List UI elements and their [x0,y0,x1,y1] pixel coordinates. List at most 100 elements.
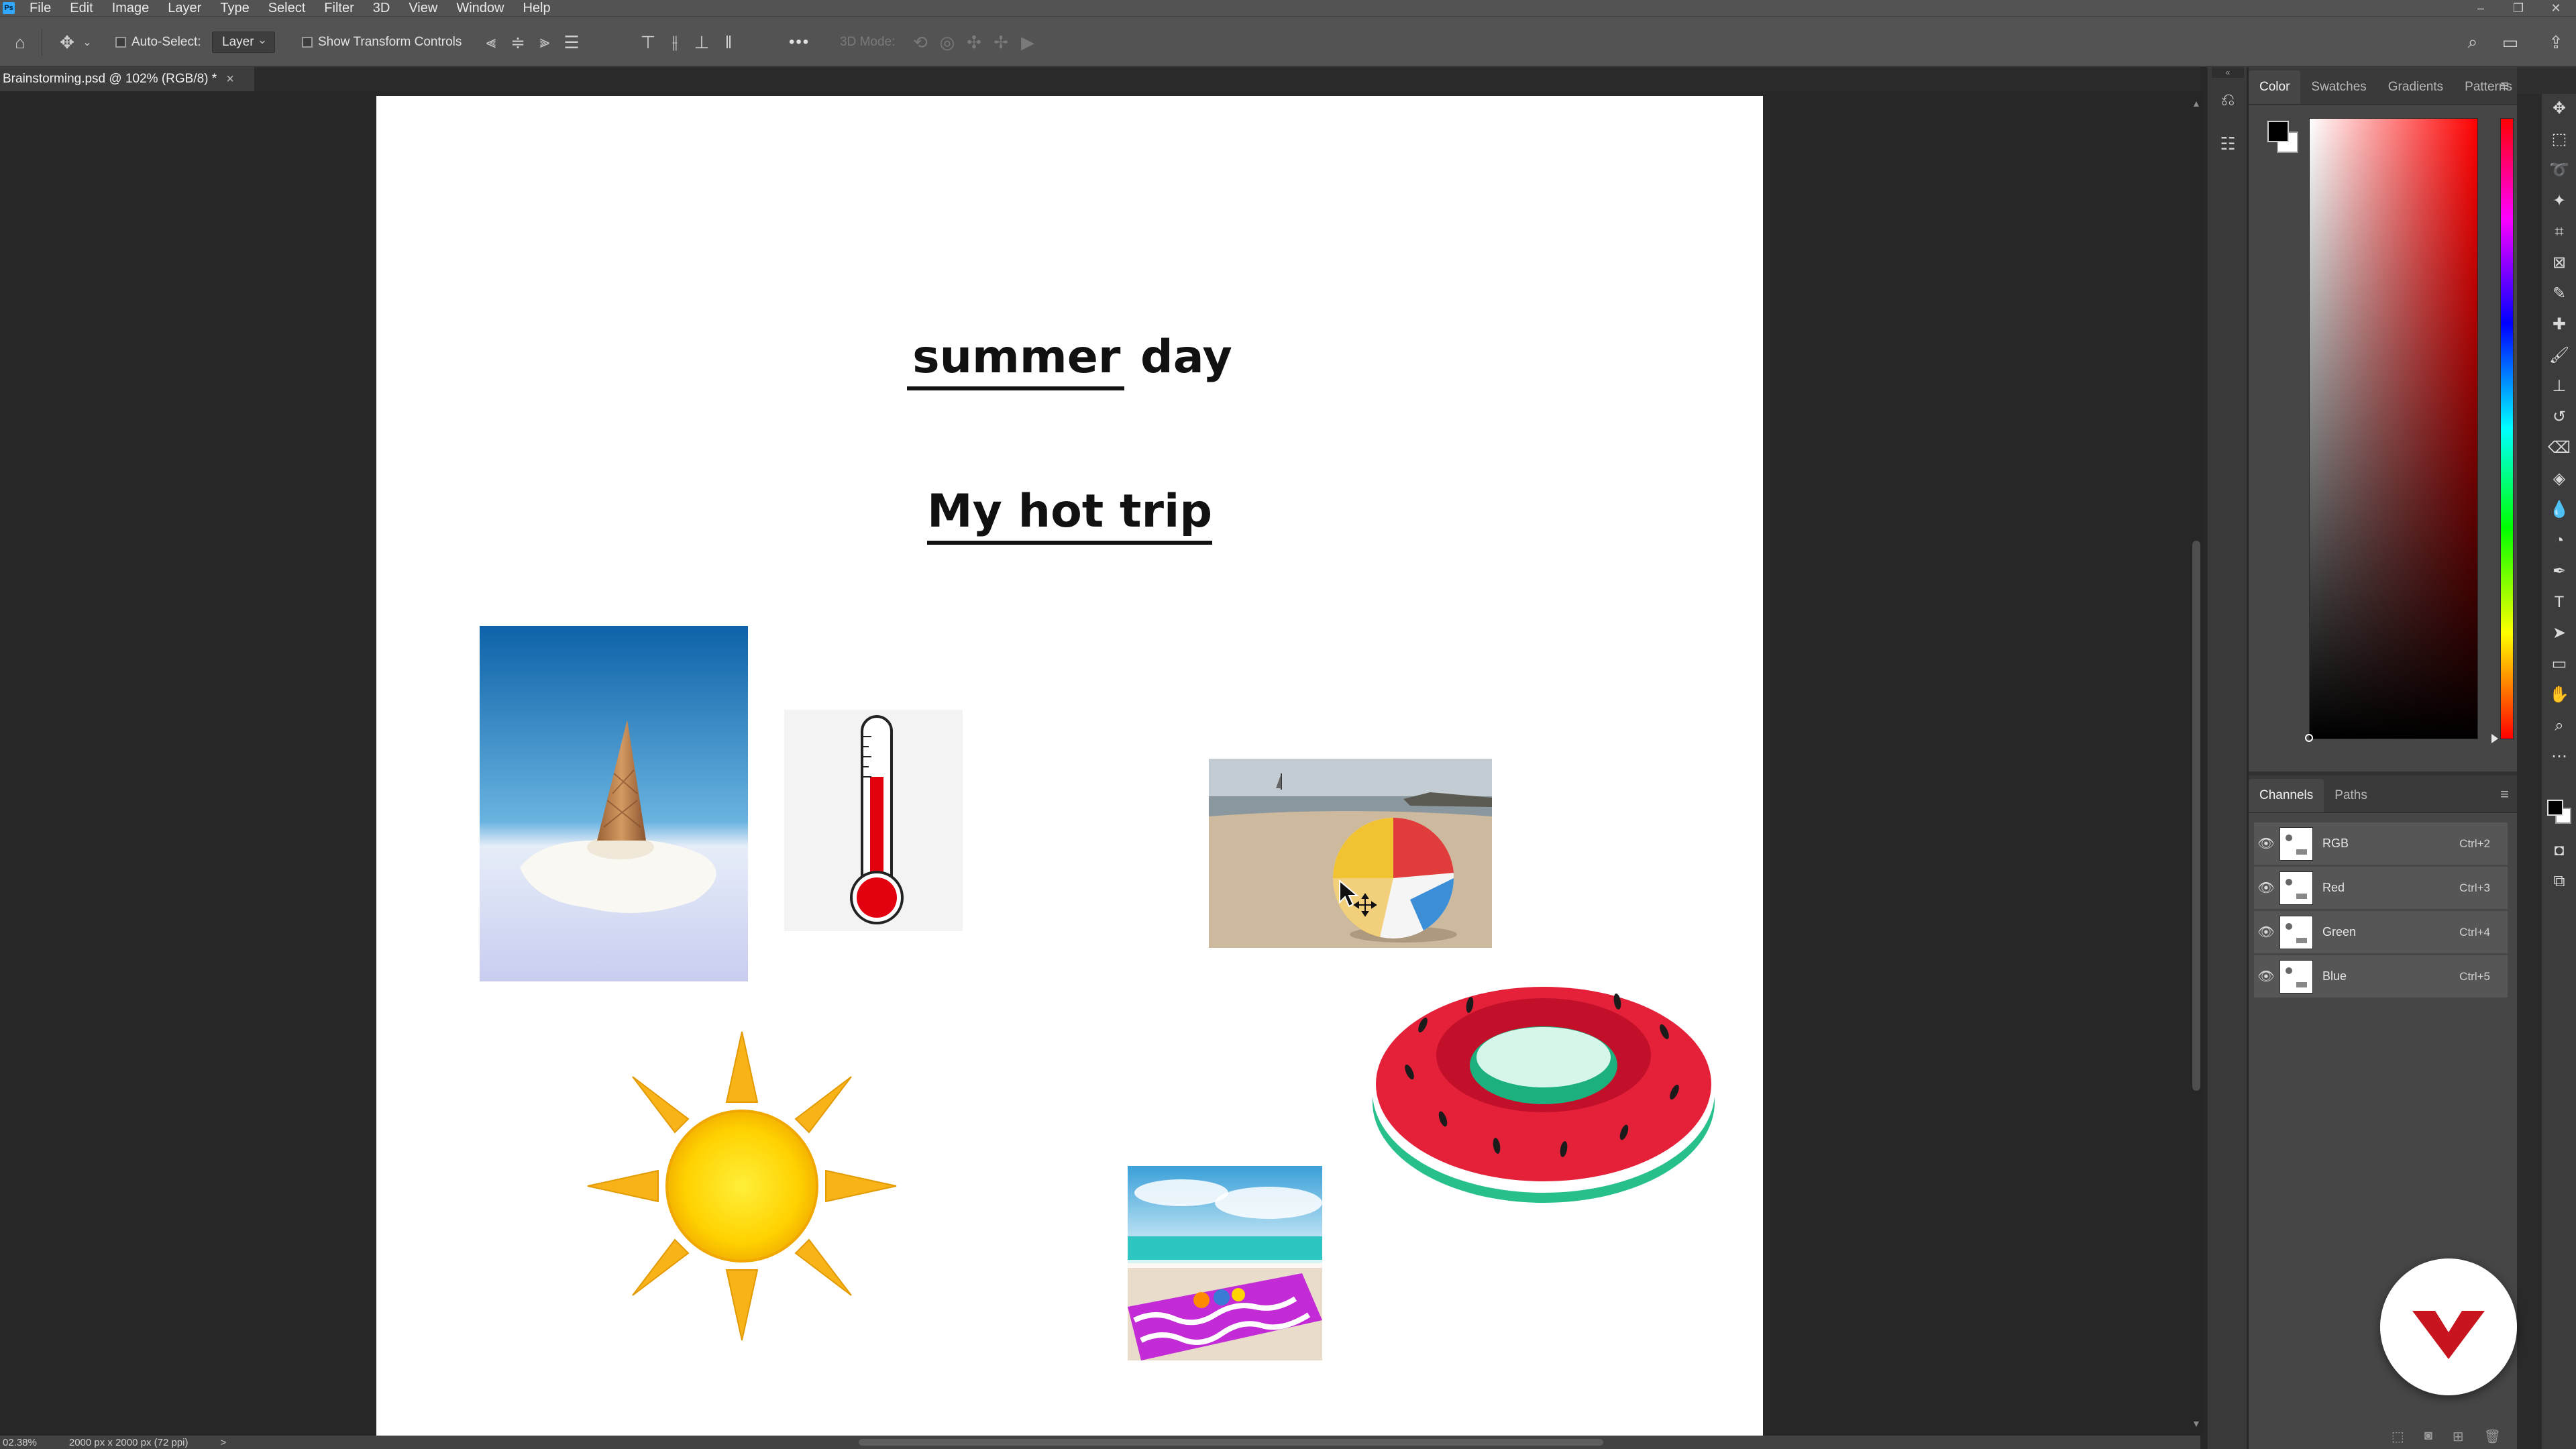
channels-menu-icon[interactable]: ≡ [2500,786,2509,803]
distribute-vertical-icon[interactable]: ‖ [715,32,742,53]
menu-help[interactable]: Help [513,0,559,16]
melting-ice-cream-image[interactable] [480,626,748,981]
color-picker-field[interactable] [2309,118,2478,739]
brush-tool-icon[interactable]: 🖌 [2547,343,2571,368]
close-window-icon[interactable]: ✕ [2537,0,2575,16]
menu-select[interactable]: Select [259,0,315,16]
3d-orbit-icon[interactable]: ⟲ [907,32,934,53]
blur-tool-icon[interactable]: 💧 [2547,498,2571,522]
distribute-icon[interactable]: ☰ [558,32,585,53]
path-selection-tool-icon[interactable]: ➤ [2547,621,2571,645]
scroll-up-icon[interactable]: ▲ [2192,98,2201,109]
tab-gradients[interactable]: Gradients [2377,80,2454,104]
menu-3d[interactable]: 3D [364,0,400,16]
menu-type[interactable]: Type [211,0,258,16]
align-left-icon[interactable]: ⫷ [478,32,504,53]
delete-channel-icon[interactable]: 🗑 [2484,1428,2501,1445]
menu-layer[interactable]: Layer [158,0,211,16]
zoom-tool-icon[interactable]: ⌕ [2547,714,2571,738]
eraser-tool-icon[interactable]: ⌫ [2547,436,2571,460]
new-channel-icon[interactable]: ⊞ [2453,1428,2464,1445]
tab-color[interactable]: Color [2249,70,2301,104]
history-panel-icon[interactable]: ⎌ [2216,87,2240,111]
crop-tool-icon[interactable]: ⌗ [2547,220,2571,244]
canvas-title[interactable]: summer day [376,331,1763,390]
menu-filter[interactable]: Filter [315,0,363,16]
restore-icon[interactable]: ❐ [2500,0,2537,16]
show-transform-checkbox[interactable] [302,37,313,48]
document-tab-title[interactable]: Brainstorming.psd @ 102% (RGB/8) * [3,72,217,87]
rectangle-tool-icon[interactable]: ▭ [2547,652,2571,676]
eyedropper-tool-icon[interactable]: ✎ [2547,282,2571,306]
color-field-marker[interactable] [2305,734,2313,742]
properties-panel-icon[interactable]: ☷ [2216,131,2240,156]
align-middle-icon[interactable]: ⫲ [661,32,688,53]
align-top-icon[interactable]: ⊤ [635,32,661,53]
save-selection-icon[interactable]: ◙ [2424,1428,2432,1445]
sun-image[interactable] [584,1028,900,1344]
thermometer-image[interactable] [784,710,963,931]
frame-tool-icon[interactable]: ⊠ [2547,251,2571,275]
document-canvas[interactable]: summer day My hot trip [376,96,1763,1436]
menu-view[interactable]: View [399,0,447,16]
align-center-icon[interactable]: ≑ [504,32,531,53]
3d-roll-icon[interactable]: ◎ [934,32,961,53]
beach-towel-image[interactable] [1128,1166,1322,1360]
hue-slider-marker[interactable] [2491,734,2498,743]
tab-swatches[interactable]: Swatches [2300,80,2377,104]
paint-bucket-tool-icon[interactable]: ◈ [2547,467,2571,491]
type-tool-icon[interactable]: T [2547,590,2571,614]
3d-camera-icon[interactable]: ▶ [1014,32,1041,53]
3d-slide-icon[interactable]: ✢ [987,32,1014,53]
scrollbar-thumb[interactable] [2192,541,2200,1091]
horizontal-scrollbar-thumb[interactable] [859,1439,1603,1446]
lasso-tool-icon[interactable]: ➰ [2547,158,2571,182]
visibility-eye-icon[interactable]: 👁 [2254,879,2278,896]
menu-edit[interactable]: Edit [60,0,102,16]
vertical-scrollbar[interactable]: ▲ ▼ [2190,91,2203,1436]
magic-wand-tool-icon[interactable]: ✦ [2547,189,2571,213]
more-options-icon[interactable]: ••• [789,33,810,52]
clone-stamp-tool-icon[interactable]: ⊥ [2547,374,2571,398]
tab-paths[interactable]: Paths [2324,788,2378,812]
zoom-level[interactable]: 02.38% [0,1437,37,1448]
visibility-eye-icon[interactable]: 👁 [2254,835,2278,852]
edit-toolbar-icon[interactable]: ⋯ [2547,745,2571,769]
chevron-down-icon[interactable]: ⌄ [80,36,94,49]
dodge-tool-icon[interactable]: ◔ [2547,529,2571,553]
status-menu-arrow[interactable]: > [189,1437,227,1448]
menu-file[interactable]: File [20,0,60,16]
hue-slider[interactable] [2500,118,2514,739]
scroll-down-icon[interactable]: ▼ [2192,1418,2201,1429]
foreground-color-swatch[interactable] [2267,121,2289,142]
healing-brush-tool-icon[interactable]: ✚ [2547,313,2571,337]
align-bottom-icon[interactable]: ⊥ [688,32,715,53]
collapse-panels-icon[interactable]: « [2212,67,2244,78]
hand-tool-icon[interactable]: ✋ [2547,683,2571,707]
workspace-icon[interactable]: ▭ [2497,32,2524,53]
visibility-eye-icon[interactable]: 👁 [2254,968,2278,985]
channel-row-blue[interactable]: 👁 Blue Ctrl+5 [2254,955,2508,998]
load-selection-icon[interactable]: ⬚ [2392,1428,2404,1445]
tab-patterns[interactable]: Patterns [2454,80,2523,104]
watermelon-float-image[interactable] [1369,971,1718,1206]
menu-window[interactable]: Window [447,0,513,16]
document-tab[interactable]: Brainstorming.psd @ 102% (RGB/8) * × [0,67,255,91]
close-tab-icon[interactable]: × [226,72,234,87]
move-tool-icon[interactable]: ✥ [2547,97,2571,121]
search-icon[interactable]: ⌕ [2459,32,2486,53]
menu-image[interactable]: Image [103,0,159,16]
move-tool-icon[interactable]: ✥ [54,32,80,53]
canvas-subtitle[interactable]: My hot trip [376,485,1763,545]
home-icon[interactable]: ⌂ [7,32,34,53]
history-brush-tool-icon[interactable]: ↺ [2547,405,2571,429]
panel-menu-icon[interactable]: ≡ [2500,77,2509,95]
channel-row-rgb[interactable]: 👁 RGB Ctrl+2 [2254,822,2508,865]
channel-row-green[interactable]: 👁 Green Ctrl+4 [2254,911,2508,954]
share-icon[interactable]: ⇪ [2542,32,2569,53]
auto-select-checkbox[interactable] [115,37,126,48]
quick-mask-icon[interactable]: ◘ [2547,839,2571,863]
align-right-icon[interactable]: ⫸ [531,32,558,53]
channel-row-red[interactable]: 👁 Red Ctrl+3 [2254,867,2508,910]
marquee-tool-icon[interactable]: ⬚ [2547,127,2571,152]
